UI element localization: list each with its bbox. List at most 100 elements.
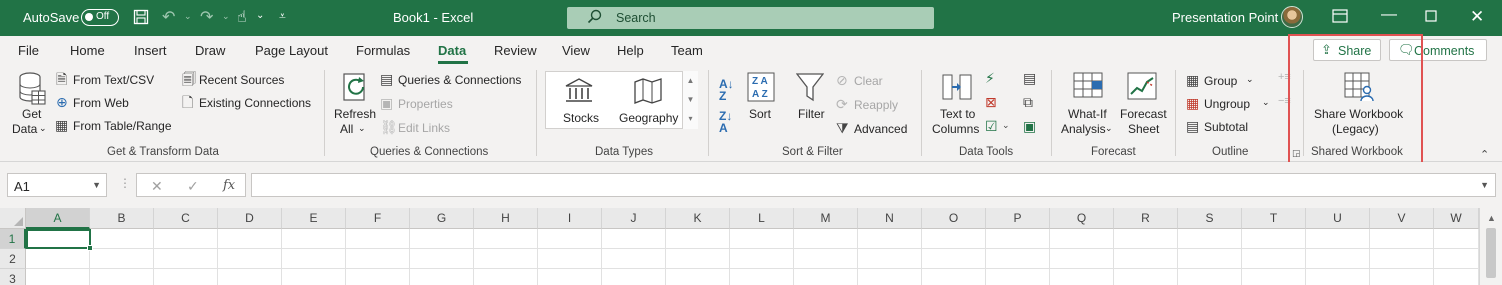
vertical-scrollbar[interactable]: ▲ — [1479, 208, 1502, 285]
cell-i3[interactable] — [538, 269, 602, 285]
tab-home[interactable]: Home — [70, 43, 105, 58]
row-header-3[interactable]: 3 — [0, 269, 26, 285]
column-header-h[interactable]: H — [474, 208, 538, 229]
column-header-d[interactable]: D — [218, 208, 282, 229]
cell-h1[interactable] — [474, 229, 538, 249]
cell-f3[interactable] — [346, 269, 410, 285]
resize-handle-icon[interactable]: ⋮ — [119, 176, 131, 190]
row-header-2[interactable]: 2 — [0, 249, 26, 269]
cancel-icon[interactable]: ✕ — [151, 178, 163, 195]
scroll-up-icon[interactable]: ▲ — [683, 71, 698, 90]
cell-g3[interactable] — [410, 269, 474, 285]
cell-h3[interactable] — [474, 269, 538, 285]
column-header-c[interactable]: C — [154, 208, 218, 229]
cell-d1[interactable] — [218, 229, 282, 249]
column-header-u[interactable]: U — [1306, 208, 1370, 229]
column-header-v[interactable]: V — [1370, 208, 1434, 229]
cell-i1[interactable] — [538, 229, 602, 249]
search-box[interactable]: Search — [567, 7, 934, 29]
cell-b1[interactable] — [90, 229, 154, 249]
tab-file[interactable]: File — [18, 43, 39, 58]
column-header-a[interactable]: A — [26, 208, 90, 229]
collapse-ribbon-icon[interactable]: ⌃ — [1480, 148, 1489, 161]
cell-g2[interactable] — [410, 249, 474, 269]
column-header-q[interactable]: Q — [1050, 208, 1114, 229]
cell-t2[interactable] — [1242, 249, 1306, 269]
scroll-down-icon[interactable]: ▼ — [683, 90, 698, 109]
worksheet-grid[interactable]: ABCDEFGHIJKLMNOPQRSTUVW 123 ▲ — [0, 208, 1502, 285]
cell-u3[interactable] — [1306, 269, 1370, 285]
cell-o3[interactable] — [922, 269, 986, 285]
scroll-up-icon[interactable]: ▲ — [1487, 213, 1496, 223]
save-icon[interactable] — [133, 9, 149, 30]
select-all-button[interactable] — [0, 208, 26, 229]
cell-r3[interactable] — [1114, 269, 1178, 285]
undo-icon[interactable]: ↶ — [162, 7, 175, 27]
autosave-toggle[interactable]: Off — [81, 9, 119, 26]
cell-m3[interactable] — [794, 269, 858, 285]
cell-s1[interactable] — [1178, 229, 1242, 249]
tab-team[interactable]: Team — [671, 43, 703, 58]
column-header-o[interactable]: O — [922, 208, 986, 229]
cell-o1[interactable] — [922, 229, 986, 249]
column-header-l[interactable]: L — [730, 208, 794, 229]
manage-data-model-icon[interactable]: ▣ — [1023, 119, 1036, 133]
cell-a3[interactable] — [26, 269, 90, 285]
cell-n3[interactable] — [858, 269, 922, 285]
cell-p3[interactable] — [986, 269, 1050, 285]
ribbon-display-options-icon[interactable] — [1332, 9, 1348, 28]
scroll-thumb[interactable] — [1486, 228, 1496, 278]
column-header-s[interactable]: S — [1178, 208, 1242, 229]
cell-l2[interactable] — [730, 249, 794, 269]
active-cell-a1[interactable] — [26, 229, 93, 251]
insert-function-icon[interactable]: fx — [223, 178, 235, 193]
flash-fill-icon[interactable]: ⚡ — [985, 71, 995, 85]
expand-formula-bar-icon[interactable]: ▼ — [1480, 180, 1489, 190]
cell-p1[interactable] — [986, 229, 1050, 249]
cell-q1[interactable] — [1050, 229, 1114, 249]
cell-g1[interactable] — [410, 229, 474, 249]
cell-b2[interactable] — [90, 249, 154, 269]
column-header-e[interactable]: E — [282, 208, 346, 229]
relationships-icon[interactable]: ⧉ — [1023, 95, 1033, 109]
touch-mode-icon[interactable]: ☝ — [237, 7, 247, 27]
cell-h2[interactable] — [474, 249, 538, 269]
cell-w2[interactable] — [1434, 249, 1479, 269]
cell-a2[interactable] — [26, 249, 90, 269]
customize-qat-icon[interactable]: ⩡ — [279, 9, 286, 24]
maximize-icon[interactable] — [1425, 9, 1437, 27]
cell-c1[interactable] — [154, 229, 218, 249]
cell-r1[interactable] — [1114, 229, 1178, 249]
cell-m1[interactable] — [794, 229, 858, 249]
column-header-f[interactable]: F — [346, 208, 410, 229]
cell-j2[interactable] — [602, 249, 666, 269]
tab-insert[interactable]: Insert — [134, 43, 167, 58]
column-header-r[interactable]: R — [1114, 208, 1178, 229]
cell-o2[interactable] — [922, 249, 986, 269]
tab-view[interactable]: View — [562, 43, 590, 58]
cell-l1[interactable] — [730, 229, 794, 249]
cell-c3[interactable] — [154, 269, 218, 285]
column-header-k[interactable]: K — [666, 208, 730, 229]
column-header-n[interactable]: N — [858, 208, 922, 229]
touch-dropdown-icon[interactable]: ⌄ — [256, 10, 264, 21]
cell-f1[interactable] — [346, 229, 410, 249]
sort-a-to-z-icon[interactable]: A↓ Z — [719, 78, 734, 102]
cell-u1[interactable] — [1306, 229, 1370, 249]
cell-k3[interactable] — [666, 269, 730, 285]
remove-duplicates-icon[interactable]: ⊠ — [985, 95, 997, 109]
cell-j3[interactable] — [602, 269, 666, 285]
cell-s3[interactable] — [1178, 269, 1242, 285]
consolidate-icon[interactable]: ▤ — [1023, 71, 1036, 85]
cell-k1[interactable] — [666, 229, 730, 249]
cell-t3[interactable] — [1242, 269, 1306, 285]
column-header-g[interactable]: G — [410, 208, 474, 229]
tab-review[interactable]: Review — [494, 43, 537, 58]
user-name[interactable]: Presentation Point — [1172, 10, 1278, 25]
column-header-p[interactable]: P — [986, 208, 1050, 229]
tab-page-layout[interactable]: Page Layout — [255, 43, 328, 58]
close-icon[interactable]: ✕ — [1470, 7, 1484, 27]
data-validation-icon[interactable]: ☑ — [985, 119, 998, 133]
fill-handle[interactable] — [87, 245, 93, 251]
cell-j1[interactable] — [602, 229, 666, 249]
